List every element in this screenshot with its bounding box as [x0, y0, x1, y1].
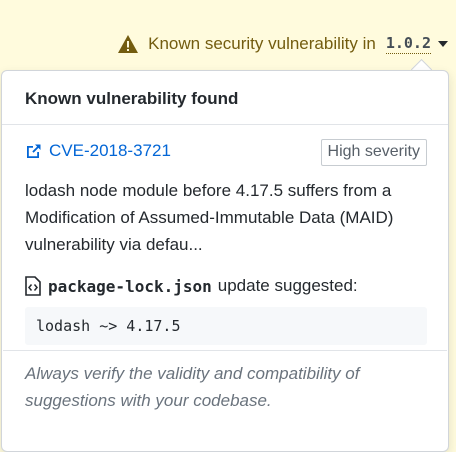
- file-suggestion-row: package-lock.json update suggested:: [25, 276, 358, 296]
- version-dropdown-button[interactable]: 1.0.2: [385, 34, 448, 54]
- warning-icon: [117, 34, 139, 54]
- vulnerability-alert: Known security vulnerability in 1.0.2: [117, 30, 448, 58]
- cve-id: CVE-2018-3721: [49, 141, 171, 160]
- vulnerability-description: lodash node module before 4.17.5 suffers…: [25, 181, 394, 254]
- divider: [3, 350, 447, 351]
- verification-note: Always verify the validity and compatibi…: [25, 364, 360, 410]
- popover-title: Known vulnerability found: [25, 89, 239, 108]
- update-suggested-label: update suggested:: [217, 276, 358, 295]
- severity-badge: High severity: [320, 139, 427, 166]
- caret-down-icon: [438, 41, 448, 47]
- version-label: 1.0.2: [385, 34, 431, 54]
- file-name: package-lock.json: [48, 276, 212, 296]
- cve-link[interactable]: CVE-2018-3721: [25, 141, 171, 161]
- popover-header: Known vulnerability found: [2, 71, 448, 125]
- file-code-icon: [25, 276, 41, 296]
- vulnerability-alert-text: Known security vulnerability in: [148, 34, 376, 53]
- suggested-version-code: lodash ~> 4.17.5: [25, 307, 427, 345]
- cve-row: CVE-2018-3721 High severity: [25, 139, 427, 169]
- vulnerability-popover: Known vulnerability found CVE-2018-3721 …: [1, 70, 449, 452]
- external-link-icon: [25, 143, 42, 160]
